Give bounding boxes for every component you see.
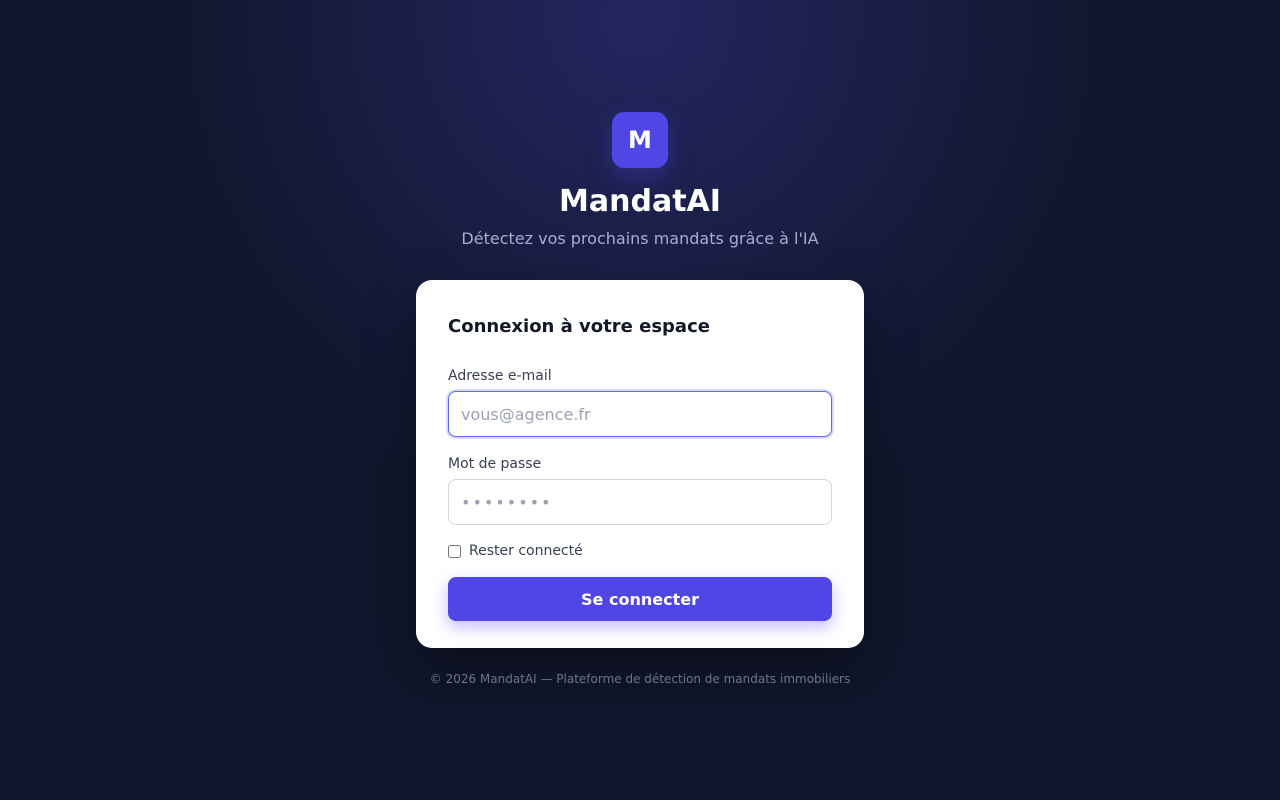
email-field[interactable] — [448, 391, 832, 437]
remember-me-label[interactable]: Rester connecté — [469, 543, 583, 559]
footer-copyright: © 2026 MandatAI — Plateforme de détectio… — [429, 672, 851, 686]
password-field[interactable] — [448, 479, 832, 525]
login-card: Connexion à votre espace Adresse e-mail … — [416, 280, 864, 648]
brand-header: M MandatAI Détectez vos prochains mandat… — [0, 112, 1280, 250]
login-title: Connexion à votre espace — [448, 316, 710, 337]
app-logo: M — [612, 112, 668, 168]
password-label: Mot de passe — [448, 456, 542, 472]
email-label: Adresse e-mail — [448, 368, 552, 384]
remember-me-checkbox[interactable] — [448, 544, 461, 558]
app-tagline: Détectez vos prochains mandats grâce à l… — [461, 229, 819, 248]
login-button[interactable]: Se connecter — [448, 577, 832, 621]
app-title: MandatAI — [559, 184, 721, 219]
remember-me-row: Rester connecté — [448, 543, 832, 559]
